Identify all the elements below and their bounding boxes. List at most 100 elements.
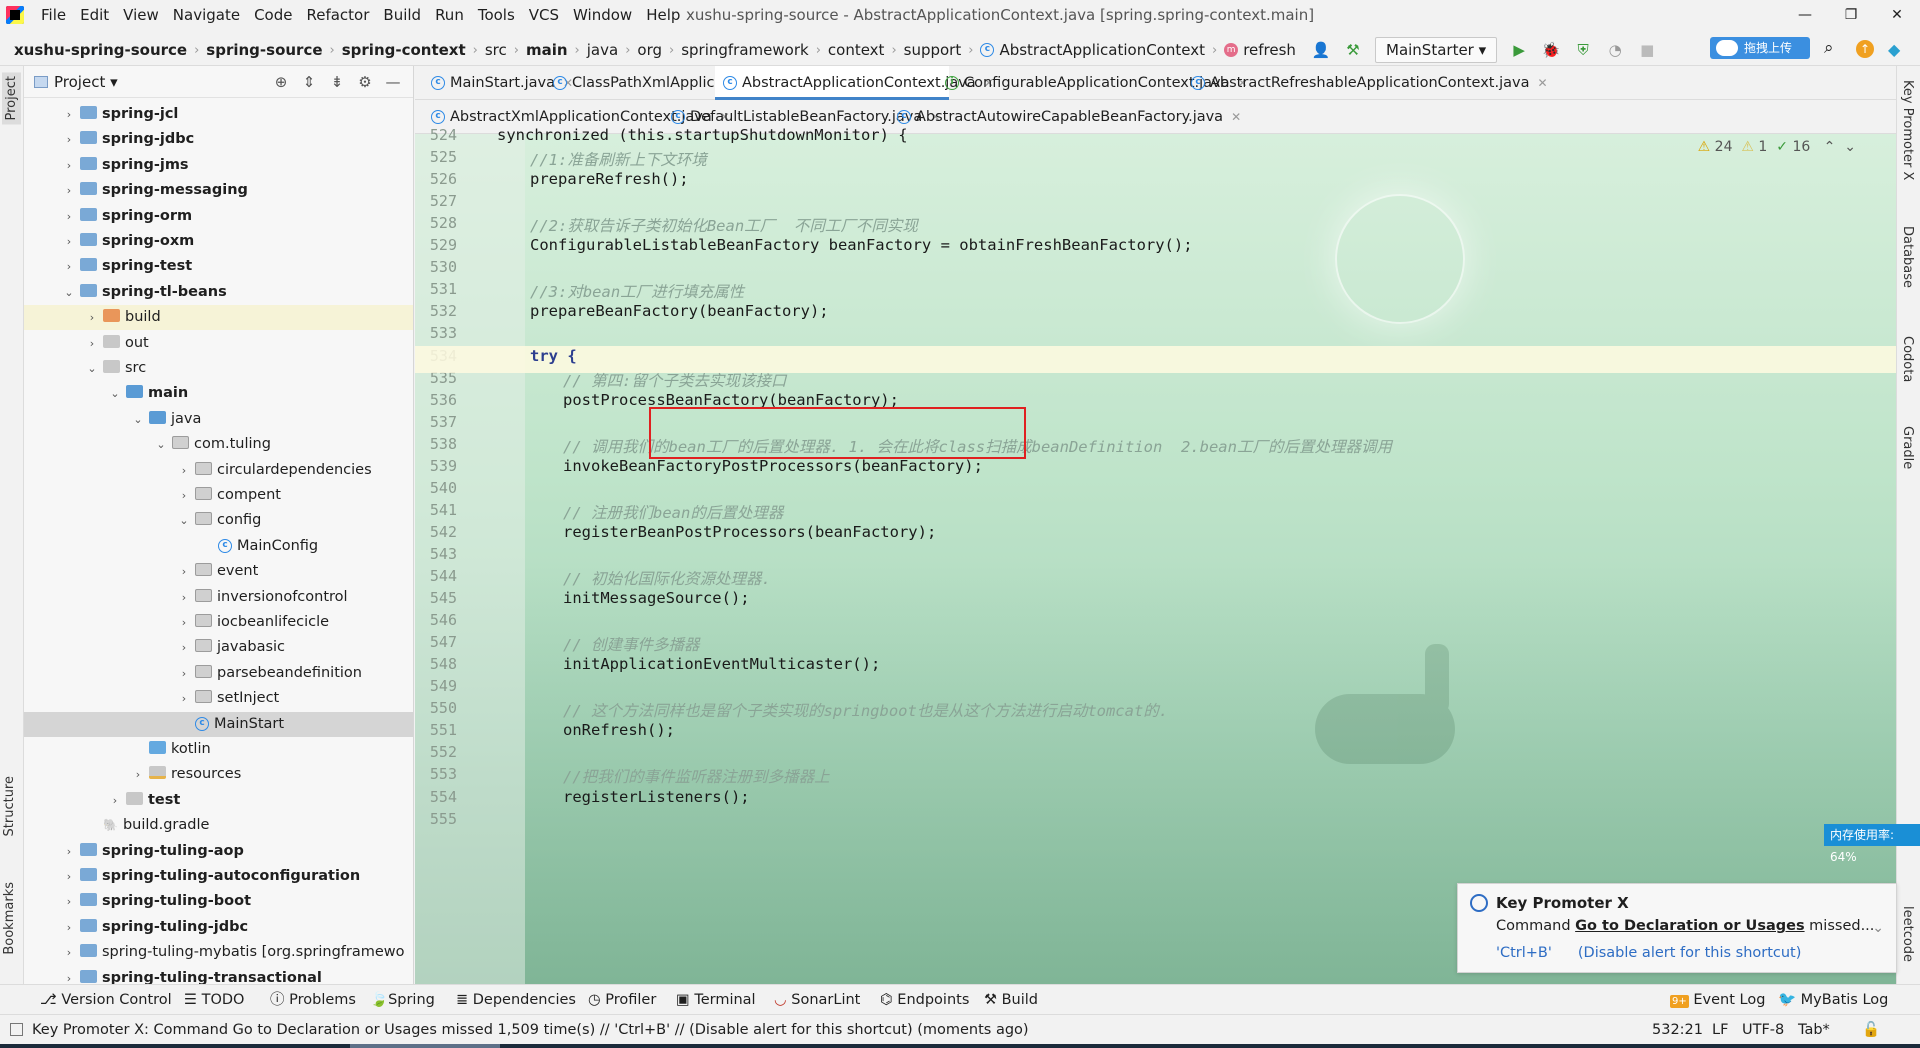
chevron-right-icon[interactable]: › [62, 864, 76, 889]
editor-tab[interactable]: i ConfigurableApplicationContext.java ✕ [937, 66, 1248, 100]
crumb-springframework[interactable]: springframework [681, 34, 808, 66]
tree-item[interactable]: › build [24, 305, 413, 331]
chevron-right-icon[interactable]: › [62, 153, 76, 178]
caret-position[interactable]: 532:21 [1652, 1015, 1703, 1045]
tree-item[interactable]: › setInject [24, 686, 413, 711]
search-icon[interactable]: ⌕ [1824, 38, 1834, 58]
crumb-module[interactable]: spring-source [206, 34, 322, 66]
lock-icon[interactable]: 🔓 [1862, 1015, 1880, 1045]
tree-item[interactable]: › spring-tuling-aop [24, 839, 413, 864]
tree-item[interactable]: kotlin [24, 737, 413, 762]
tree-item[interactable]: › iocbeanlifecicle [24, 610, 413, 635]
menu-view[interactable]: View [116, 0, 166, 30]
crumb-context[interactable]: context [828, 34, 885, 66]
menu-run[interactable]: Run [428, 0, 471, 30]
chevron-right-icon[interactable]: › [62, 254, 76, 279]
menu-vcs[interactable]: VCS [522, 0, 566, 30]
tree-item[interactable]: › spring-tuling-mybatis [org.springframew… [24, 940, 413, 965]
tree-item[interactable]: › spring-tuling-jdbc [24, 915, 413, 940]
build-tool[interactable]: ⚒ Build [984, 985, 1038, 1015]
tree-item[interactable]: ⌄ java [24, 407, 413, 432]
chevron-right-icon[interactable]: › [62, 178, 76, 203]
crumb-support[interactable]: support [904, 34, 962, 66]
tree-item[interactable]: › spring-jcl [24, 102, 413, 127]
crumb-main[interactable]: main [526, 34, 568, 66]
gradle-tool-tab[interactable]: Gradle [1900, 426, 1915, 469]
editor-tab[interactable]: c AbstractAutowireCapableBeanFactory.java… [889, 100, 1241, 134]
tree-item[interactable]: › inversionofcontrol [24, 585, 413, 610]
structure-tool-tab[interactable]: Structure [2, 776, 17, 836]
tree-item[interactable]: › spring-orm [24, 204, 413, 229]
chevron-right-icon[interactable]: › [131, 762, 145, 787]
editor-tab[interactable]: c AbstractRefreshableApplicationContext.j… [1183, 66, 1548, 100]
chevron-right-icon[interactable]: › [177, 610, 191, 635]
codota-tool-tab[interactable]: Codota [1900, 336, 1915, 382]
tree-item[interactable]: ⌄ main [24, 381, 413, 406]
crumb-method[interactable]: refresh [1243, 34, 1296, 66]
chevron-right-icon[interactable]: › [62, 966, 76, 984]
tree-item[interactable]: › out [24, 331, 413, 356]
chevron-right-icon[interactable]: › [85, 305, 99, 330]
tree-item[interactable]: › compent [24, 483, 413, 508]
tree-item[interactable]: c MainStart [24, 711, 413, 737]
line-separator[interactable]: LF [1712, 1015, 1728, 1045]
expand-chevron-icon[interactable]: ⌄ [1872, 920, 1884, 936]
tree-item[interactable]: c MainConfig [24, 534, 413, 559]
tree-item[interactable]: ⌄ spring-tl-beans [24, 280, 413, 305]
tree-item[interactable]: › javabasic [24, 635, 413, 660]
tree-item[interactable]: › spring-oxm [24, 229, 413, 254]
endpoints-tool[interactable]: ⌬ Endpoints [880, 985, 969, 1015]
crumb-org[interactable]: org [637, 34, 662, 66]
hide-icon[interactable]: — [379, 66, 407, 98]
chevron-up-icon[interactable]: ⌃ [1824, 139, 1836, 155]
code-view[interactable]: 5245255265275285295305315325335345355365… [415, 126, 1896, 984]
chevron-down-icon[interactable]: ⌄ [154, 432, 168, 457]
close-button[interactable]: ✕ [1874, 0, 1920, 30]
stop-icon[interactable]: ■ [1634, 37, 1660, 63]
project-tool-tab[interactable]: Project [2, 72, 21, 125]
problems-tool[interactable]: ⓘ Problems [270, 985, 356, 1015]
chevron-down-icon[interactable]: ⌄ [177, 508, 191, 533]
chevron-right-icon[interactable]: › [62, 204, 76, 229]
chevron-down-icon[interactable]: ⌄ [85, 356, 99, 381]
chevron-right-icon[interactable]: › [177, 585, 191, 610]
leetcode-tool-tab[interactable]: leetcode [1900, 906, 1915, 962]
tree-item[interactable]: ⌄ src [24, 356, 413, 381]
chevron-right-icon[interactable]: › [108, 788, 122, 813]
bookmarks-tool-tab[interactable]: Bookmarks [2, 882, 17, 955]
chevron-right-icon[interactable]: › [62, 940, 76, 965]
chevron-down-icon[interactable]: ⌄ [1844, 139, 1856, 155]
close-icon[interactable]: ✕ [1537, 76, 1547, 90]
menu-tools[interactable]: Tools [471, 0, 522, 30]
crumb-project[interactable]: xushu-spring-source [14, 34, 187, 66]
event-log-tool[interactable]: 9+ Event Log [1670, 985, 1765, 1017]
sonarlint-tool[interactable]: ◡ SonarLint [774, 985, 860, 1015]
menu-code[interactable]: Code [247, 0, 299, 30]
tree-item[interactable]: › spring-tuling-transactional [24, 966, 413, 984]
tree-item[interactable]: › circulardependencies [24, 458, 413, 483]
tree-item[interactable]: › spring-tuling-boot [24, 889, 413, 914]
spring-tool[interactable]: 🍃Spring [370, 985, 435, 1015]
disable-alert-link[interactable]: (Disable alert for this shortcut) [1578, 945, 1802, 961]
tree-item[interactable]: › spring-messaging [24, 178, 413, 203]
crumb-java[interactable]: java [587, 34, 618, 66]
project-view-select[interactable]: Project ▾ [34, 66, 118, 98]
shortcut-link[interactable]: 'Ctrl+B' [1496, 945, 1552, 961]
file-encoding[interactable]: UTF-8 [1742, 1015, 1784, 1045]
chevron-right-icon[interactable]: › [62, 839, 76, 864]
run-icon[interactable]: ▶ [1506, 37, 1532, 63]
mybatis-log-tool[interactable]: 🐦 MyBatis Log [1778, 985, 1888, 1015]
todo-tool[interactable]: ☰ TODO [184, 985, 244, 1015]
tree-item[interactable]: › spring-jms [24, 153, 413, 178]
gear-icon[interactable]: ⚙ [351, 66, 379, 98]
indent-setting[interactable]: Tab* [1798, 1015, 1830, 1045]
editor-tab[interactable]: c MainStart.java ✕ [423, 66, 573, 100]
chevron-right-icon[interactable]: › [177, 661, 191, 686]
crumb-class[interactable]: AbstractApplicationContext [999, 34, 1205, 66]
chevron-right-icon[interactable]: › [85, 331, 99, 356]
tree-item[interactable]: › spring-tuling-autoconfiguration [24, 864, 413, 889]
chevron-right-icon[interactable]: › [62, 127, 76, 152]
chevron-right-icon[interactable]: › [177, 458, 191, 483]
tree-item[interactable]: › spring-test [24, 254, 413, 279]
key-promoter-tool-tab[interactable]: Key Promoter X [1900, 80, 1915, 180]
